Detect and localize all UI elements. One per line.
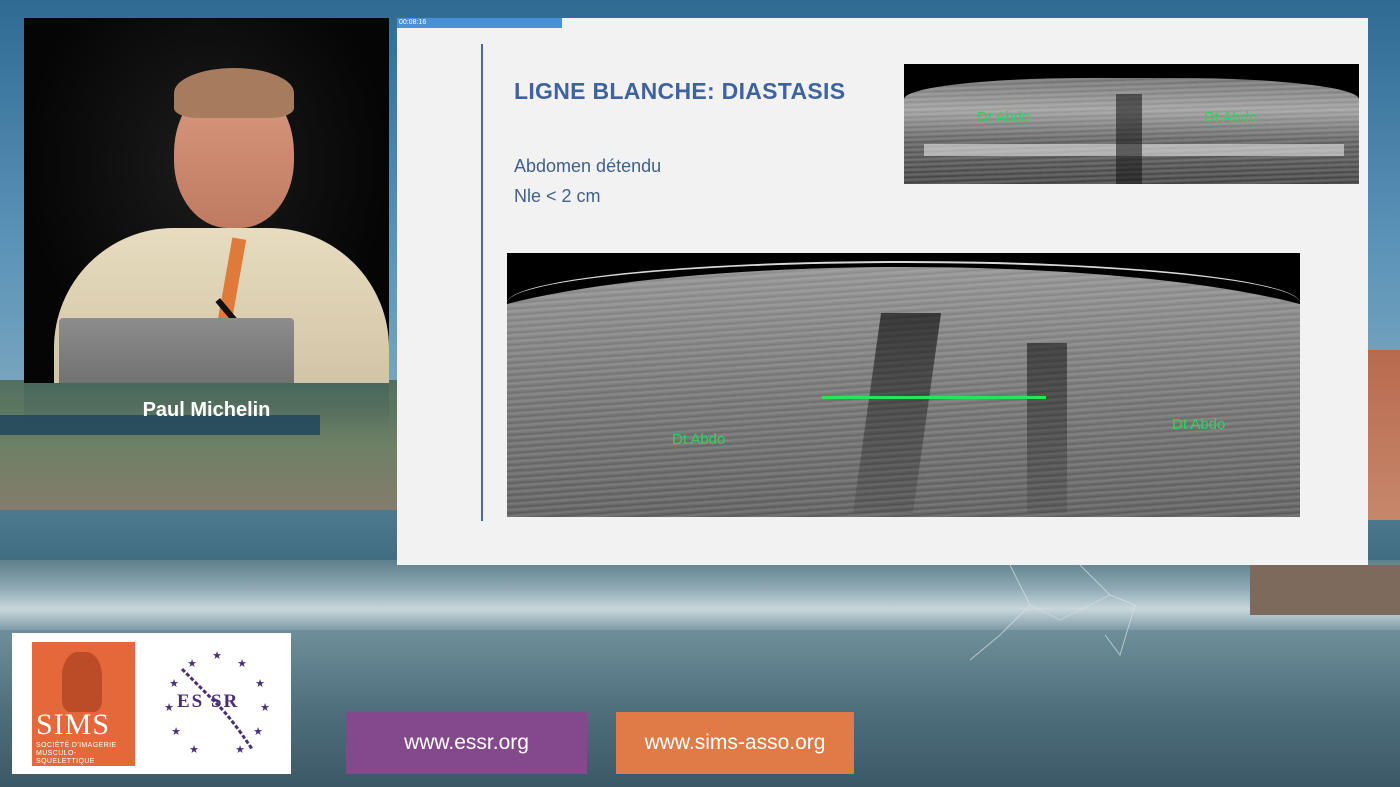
svg-text:★: ★ bbox=[237, 657, 247, 670]
svg-text:★: ★ bbox=[164, 701, 174, 714]
essr-url-link[interactable]: www.essr.org bbox=[346, 712, 587, 774]
svg-text:★: ★ bbox=[235, 743, 245, 756]
svg-text:★: ★ bbox=[255, 677, 265, 690]
sims-logo-text: SIMS bbox=[36, 708, 111, 741]
ultrasound-label-right: Dt Abdo bbox=[1204, 109, 1258, 126]
ultrasound-image-top: Dt Abdo Dt Abdo bbox=[904, 64, 1359, 184]
ultrasound-image-bottom: Dt Abdo Dt Abdo bbox=[507, 253, 1300, 517]
svg-text:★: ★ bbox=[189, 743, 199, 756]
ultrasound-measurement-line bbox=[822, 396, 1046, 399]
background-weir bbox=[0, 560, 1400, 630]
ultrasound-label-left: Dt Abdo bbox=[672, 431, 726, 448]
skeleton-figure-icon bbox=[62, 652, 102, 712]
svg-text:★: ★ bbox=[169, 677, 179, 690]
background-building bbox=[1368, 350, 1400, 520]
sims-logo-subtitle: SOCIÉTÉ D'IMAGERIE MUSCULO-SQUELETTIQUE bbox=[36, 742, 117, 765]
society-logos: SIMS SOCIÉTÉ D'IMAGERIE MUSCULO-SQUELETT… bbox=[12, 633, 291, 774]
svg-text:★: ★ bbox=[171, 725, 181, 738]
svg-text:★: ★ bbox=[187, 657, 197, 670]
speaker-hair bbox=[174, 68, 294, 118]
presentation-slide: 00:08:16 LIGNE BLANCHE: DIASTASIS Abdome… bbox=[397, 18, 1368, 565]
slide-body-line: Abdomen détendu bbox=[514, 156, 662, 176]
slide-body-line: Nle < 2 cm bbox=[514, 186, 601, 206]
ultrasound-label-left: Dt Abdo bbox=[977, 109, 1031, 126]
sims-logo[interactable]: SIMS SOCIÉTÉ D'IMAGERIE MUSCULO-SQUELETT… bbox=[32, 642, 135, 766]
sims-url-link[interactable]: www.sims-asso.org bbox=[616, 712, 854, 774]
laptop bbox=[59, 318, 294, 383]
slide-title: LIGNE BLANCHE: DIASTASIS bbox=[514, 78, 846, 104]
ultrasound-skin-outline bbox=[507, 261, 1300, 401]
speaker-name: Paul Michelin bbox=[24, 383, 389, 438]
slide-divider bbox=[481, 44, 483, 521]
speaker-video bbox=[24, 18, 389, 383]
essr-logo-text: ES SR bbox=[177, 691, 240, 712]
playback-timer: 00:08:16 bbox=[399, 19, 427, 26]
ultrasound-linea-alba-gap bbox=[1116, 94, 1142, 184]
ultrasound-label-right: Dt Abdo bbox=[1172, 416, 1226, 433]
decorative-wireframe bbox=[969, 565, 1136, 661]
svg-text:★: ★ bbox=[212, 649, 222, 662]
svg-text:★: ★ bbox=[260, 701, 270, 714]
svg-text:★: ★ bbox=[253, 725, 263, 738]
background-riverbank bbox=[1250, 565, 1400, 615]
